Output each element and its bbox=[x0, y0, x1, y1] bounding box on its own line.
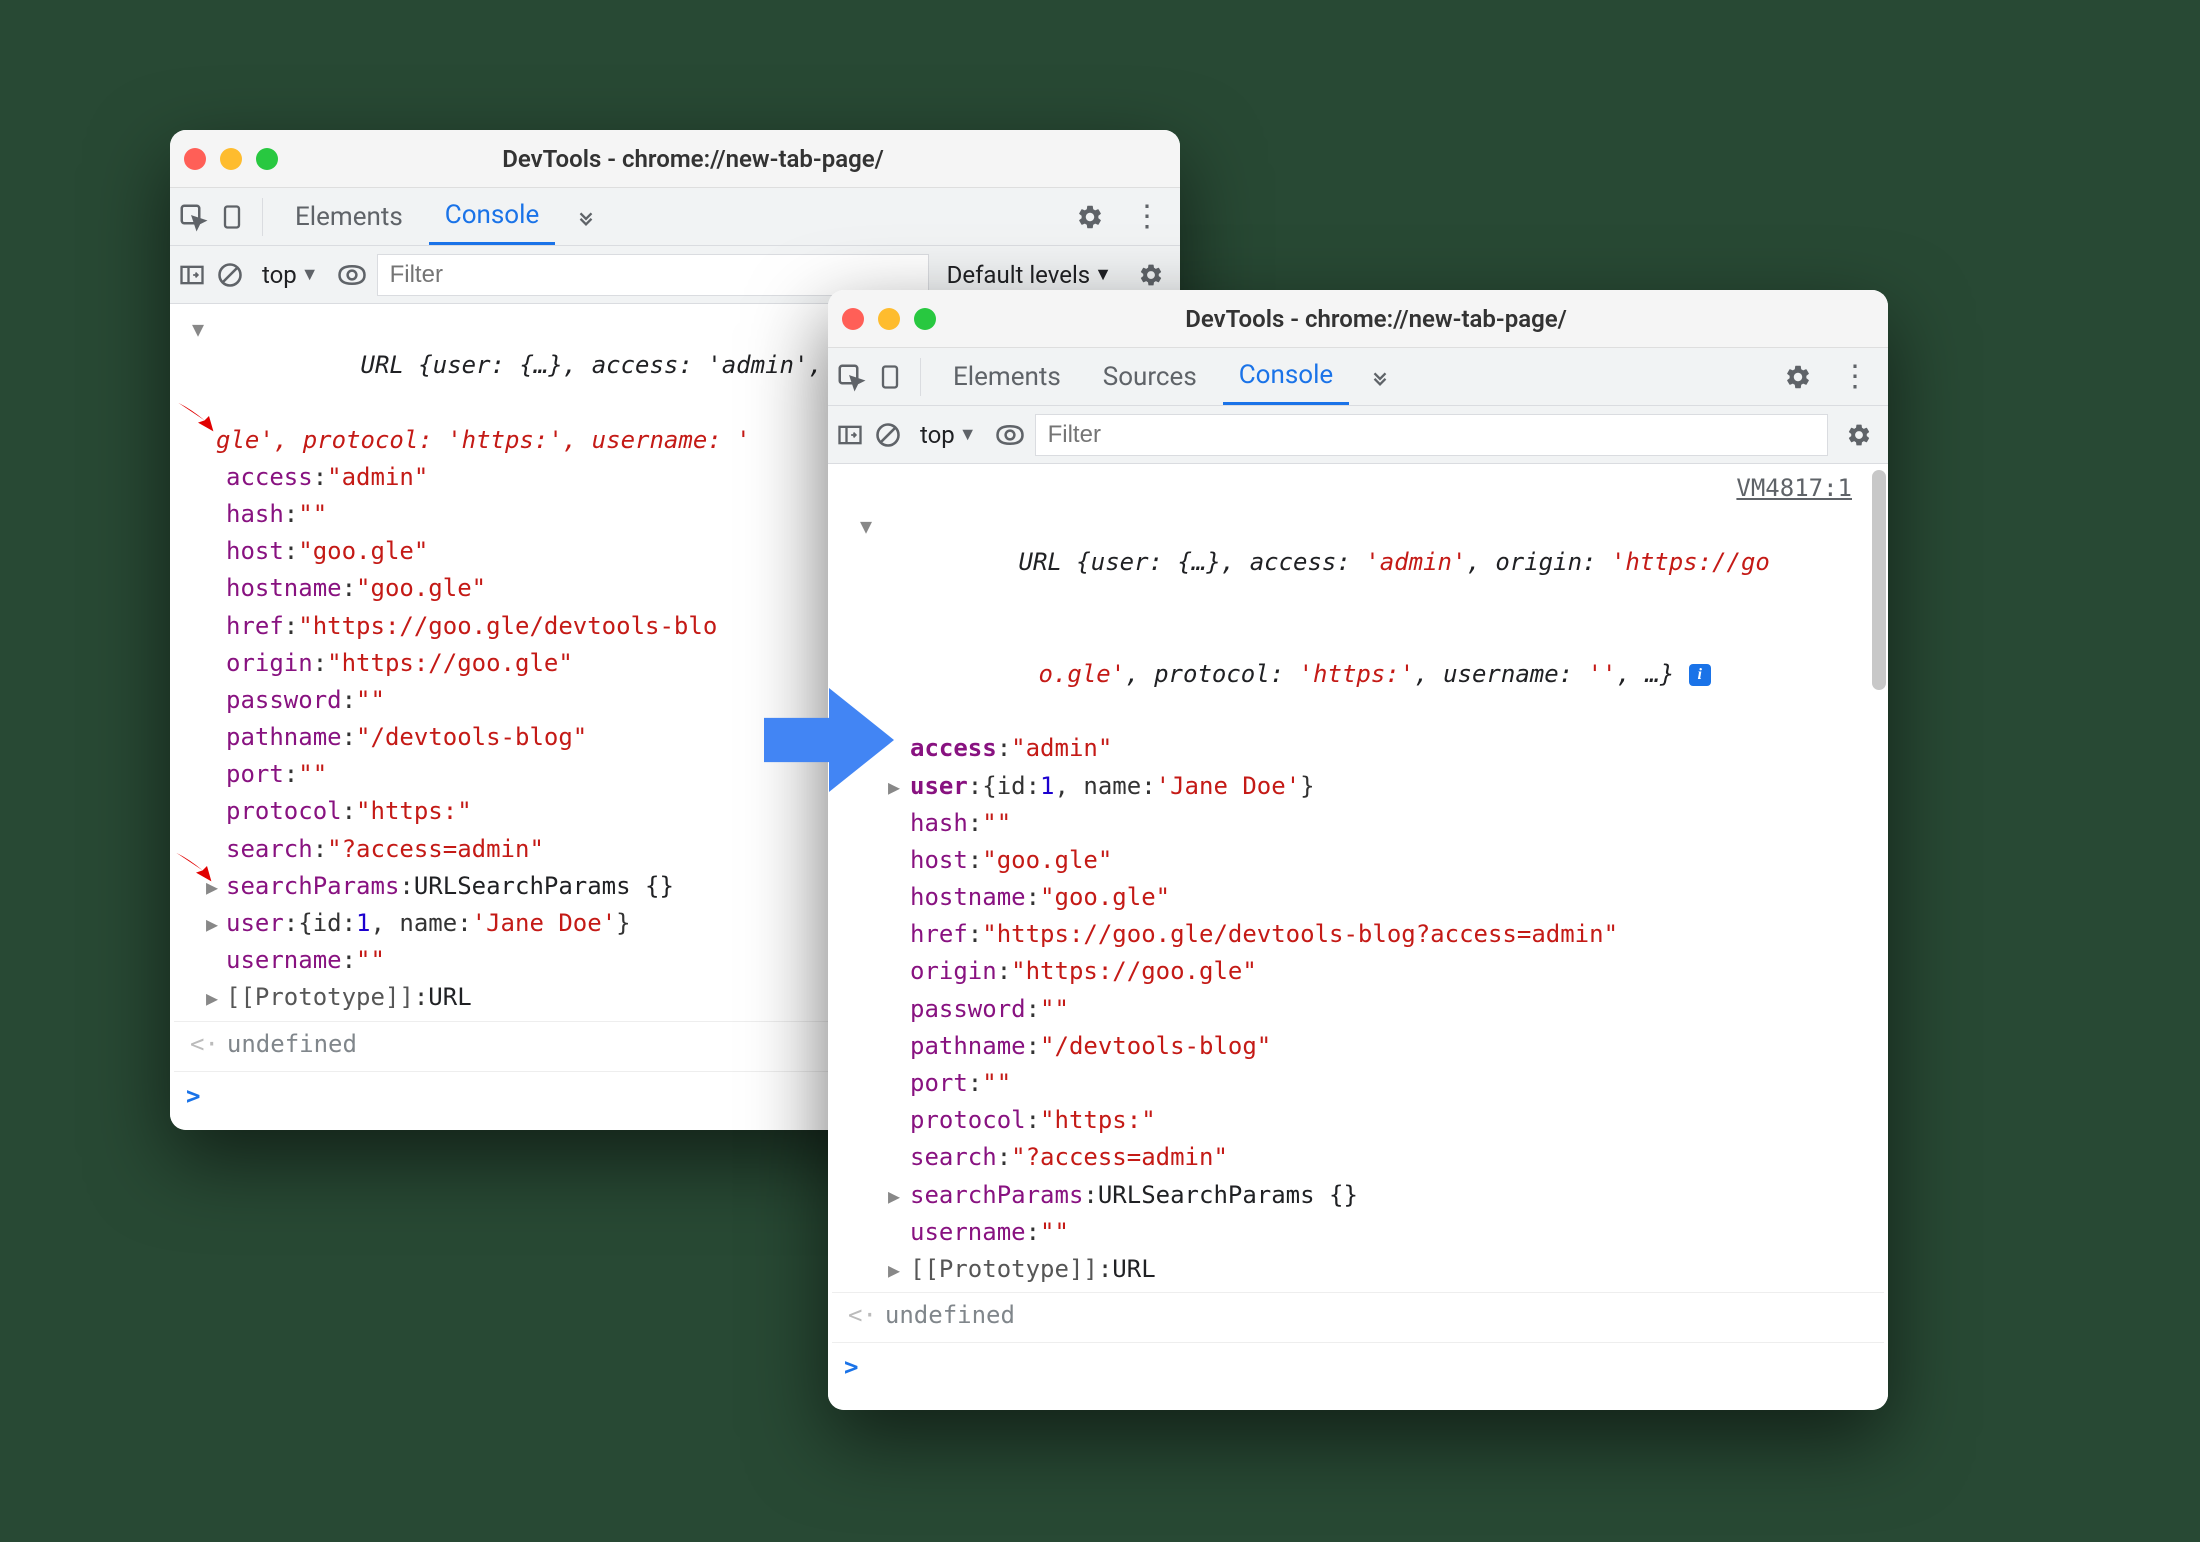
prop-row[interactable]: hash: "" bbox=[832, 805, 1884, 842]
window-controls bbox=[184, 148, 278, 170]
console-output[interactable]: VM4817:1 URL {user: {…}, access: 'admin'… bbox=[828, 464, 1888, 1410]
window-title: DevTools - chrome://new-tab-page/ bbox=[948, 305, 1874, 333]
titlebar[interactable]: DevTools - chrome://new-tab-page/ bbox=[170, 130, 1180, 188]
expand-toggle-icon[interactable] bbox=[888, 1251, 910, 1286]
expand-toggle-icon[interactable] bbox=[206, 979, 226, 1014]
inspect-icon[interactable] bbox=[178, 202, 208, 232]
tab-console[interactable]: Console bbox=[1223, 348, 1349, 405]
more-tabs-icon[interactable] bbox=[1359, 366, 1401, 388]
context-label: top bbox=[920, 421, 955, 449]
prop-row[interactable]: searchParams: URLSearchParams {} bbox=[832, 1177, 1884, 1214]
console-settings-icon[interactable] bbox=[1838, 422, 1880, 448]
prop-row[interactable]: [[Prototype]]: URL bbox=[832, 1251, 1884, 1288]
expand-toggle-icon[interactable] bbox=[206, 905, 226, 940]
info-icon[interactable]: i bbox=[1689, 664, 1711, 686]
settings-icon[interactable] bbox=[1068, 203, 1112, 231]
window-title: DevTools - chrome://new-tab-page/ bbox=[290, 145, 1166, 173]
minimize-icon[interactable] bbox=[878, 308, 900, 330]
dropdown-icon: ▼ bbox=[301, 264, 319, 285]
tab-elements[interactable]: Elements bbox=[937, 348, 1077, 405]
clear-console-icon[interactable] bbox=[874, 421, 902, 449]
return-value: undefined bbox=[227, 1026, 357, 1063]
devtools-tabbar: Elements Sources Console ⋮ bbox=[828, 348, 1888, 406]
prop-row[interactable]: username: "" bbox=[832, 1214, 1884, 1251]
console-filterbar: top ▼ bbox=[828, 406, 1888, 464]
device-toggle-icon[interactable] bbox=[876, 363, 904, 391]
divider bbox=[920, 358, 921, 396]
prop-row[interactable]: pathname: "/devtools-blog" bbox=[832, 1028, 1884, 1065]
prop-row[interactable]: port: "" bbox=[832, 1065, 1884, 1102]
divider bbox=[262, 198, 263, 236]
return-value: undefined bbox=[885, 1297, 1015, 1334]
dropdown-icon: ▼ bbox=[1094, 264, 1112, 285]
expand-toggle-icon[interactable] bbox=[838, 507, 874, 542]
levels-label: Default levels bbox=[947, 261, 1091, 289]
context-selector[interactable]: top ▼ bbox=[912, 421, 985, 449]
prop-row[interactable]: hostname: "goo.gle" bbox=[832, 879, 1884, 916]
minimize-icon[interactable] bbox=[220, 148, 242, 170]
sidebar-toggle-icon[interactable] bbox=[178, 261, 206, 289]
levels-selector[interactable]: Default levels ▼ bbox=[939, 261, 1120, 289]
prop-row[interactable]: search: "?access=admin" bbox=[832, 1139, 1884, 1176]
live-expression-icon[interactable] bbox=[995, 420, 1025, 450]
prop-row[interactable]: user: {id: 1, name: 'Jane Doe'} bbox=[832, 768, 1884, 805]
inspect-icon[interactable] bbox=[836, 362, 866, 392]
clear-console-icon[interactable] bbox=[216, 261, 244, 289]
maximize-icon[interactable] bbox=[256, 148, 278, 170]
maximize-icon[interactable] bbox=[914, 308, 936, 330]
transition-arrow-icon bbox=[764, 680, 894, 800]
titlebar[interactable]: DevTools - chrome://new-tab-page/ bbox=[828, 290, 1888, 348]
scrollbar[interactable] bbox=[1870, 464, 1888, 1410]
return-value-row: <· undefined bbox=[832, 1292, 1884, 1338]
context-label: top bbox=[262, 261, 297, 289]
settings-icon[interactable] bbox=[1776, 363, 1820, 391]
window-controls bbox=[842, 308, 936, 330]
prop-row[interactable]: protocol: "https:" bbox=[832, 1102, 1884, 1139]
return-icon: <· bbox=[182, 1026, 227, 1063]
close-icon[interactable] bbox=[184, 148, 206, 170]
console-prompt[interactable]: > bbox=[832, 1342, 1884, 1392]
object-summary-line2: o.gle', protocol: 'https:', username: ''… bbox=[832, 619, 1884, 731]
prop-row[interactable]: host: "goo.gle" bbox=[832, 842, 1884, 879]
object-summary[interactable]: URL {user: {…}, access: 'admin', origin:… bbox=[832, 507, 1884, 619]
devtools-tabbar: Elements Console ⋮ bbox=[170, 188, 1180, 246]
prop-row[interactable]: origin: "https://goo.gle" bbox=[832, 953, 1884, 990]
prop-row[interactable]: password: "" bbox=[832, 991, 1884, 1028]
prop-row[interactable]: access: "admin" bbox=[832, 730, 1884, 767]
menu-icon[interactable]: ⋮ bbox=[1830, 359, 1880, 394]
context-selector[interactable]: top ▼ bbox=[254, 261, 327, 289]
sidebar-toggle-icon[interactable] bbox=[836, 421, 864, 449]
dropdown-icon: ▼ bbox=[959, 424, 977, 445]
expand-toggle-icon[interactable] bbox=[180, 310, 216, 345]
scrollbar-thumb[interactable] bbox=[1872, 470, 1886, 690]
tab-elements[interactable]: Elements bbox=[279, 188, 419, 245]
console-settings-icon[interactable] bbox=[1130, 262, 1172, 288]
tab-sources[interactable]: Sources bbox=[1087, 348, 1213, 405]
menu-icon[interactable]: ⋮ bbox=[1122, 199, 1172, 234]
expand-toggle-icon[interactable] bbox=[888, 1177, 910, 1212]
source-link[interactable]: VM4817:1 bbox=[1736, 470, 1862, 507]
more-tabs-icon[interactable] bbox=[565, 206, 607, 228]
prop-row[interactable]: href: "https://goo.gle/devtools-blog?acc… bbox=[832, 916, 1884, 953]
return-icon: <· bbox=[840, 1297, 885, 1334]
obj-class: URL {user: {…}, access: 'admin', orig bbox=[361, 351, 896, 379]
close-icon[interactable] bbox=[842, 308, 864, 330]
filter-input[interactable] bbox=[1035, 414, 1828, 456]
device-toggle-icon[interactable] bbox=[218, 203, 246, 231]
devtools-window-right: DevTools - chrome://new-tab-page/ Elemen… bbox=[828, 290, 1888, 1410]
expand-toggle-icon[interactable] bbox=[206, 868, 226, 903]
tab-console[interactable]: Console bbox=[429, 188, 555, 245]
live-expression-icon[interactable] bbox=[337, 260, 367, 290]
